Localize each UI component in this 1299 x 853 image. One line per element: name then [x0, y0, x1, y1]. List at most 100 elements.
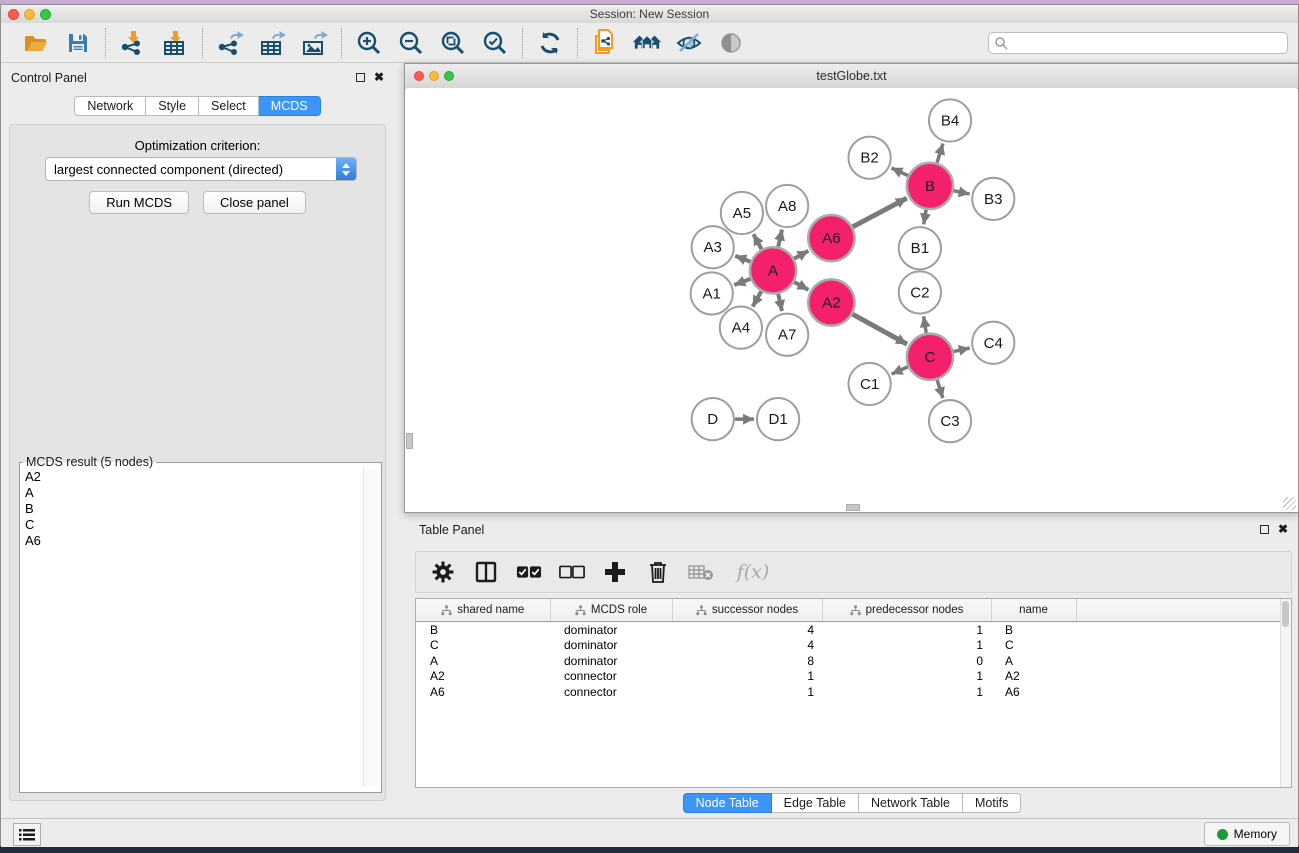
zoom-in-icon[interactable] [354, 29, 384, 57]
close-table-panel-icon[interactable]: ✖ [1278, 524, 1288, 534]
column-header-shared-name[interactable]: shared name [416, 599, 550, 622]
table-row[interactable]: Cdominator41C [416, 638, 1291, 654]
memory-button[interactable]: Memory [1204, 822, 1290, 846]
zoom-fit-icon[interactable] [438, 29, 468, 57]
graph-edge-B-B2 [891, 168, 908, 176]
list-icon [19, 828, 35, 842]
graph-node-A8[interactable]: A8 [766, 185, 808, 227]
graph-node-B3[interactable]: B3 [972, 178, 1014, 220]
graph-node-C2[interactable]: C2 [899, 271, 941, 313]
graph-node-B[interactable]: B [907, 163, 953, 209]
table-panel-title: Table Panel [419, 523, 484, 537]
network-canvas[interactable]: B4 B2 B B3 A8A5 A6 A3 B1 A A1 C2 A2 A4A7 C4 C C1 D D1 C3 [406, 88, 1297, 511]
copy-network-document-icon[interactable] [590, 29, 620, 57]
tab-select[interactable]: Select [199, 96, 259, 116]
hide-graphics-eye-icon[interactable] [674, 29, 704, 57]
graph-node-C1[interactable]: C1 [848, 363, 890, 405]
table-cell: 1 [822, 638, 991, 654]
delete-column-trash-icon[interactable] [645, 559, 671, 585]
close-panel-button[interactable]: Close panel [203, 191, 306, 214]
float-table-panel-icon[interactable] [1260, 525, 1269, 534]
graph-node-A5[interactable]: A5 [721, 192, 763, 234]
svg-text:A2: A2 [822, 295, 840, 312]
tab-network-table[interactable]: Network Table [859, 793, 963, 813]
table-cell [1076, 653, 1291, 669]
column-header-successor-nodes[interactable]: successor nodes [672, 599, 822, 622]
svg-text:B: B [925, 178, 935, 195]
run-mcds-button[interactable]: Run MCDS [89, 191, 189, 214]
graph-node-C4[interactable]: C4 [972, 322, 1014, 364]
table-cell: 4 [672, 622, 822, 638]
table-row[interactable]: A2connector11A2 [416, 669, 1291, 685]
graph-node-A2[interactable]: A2 [808, 279, 854, 325]
column-header-spacer [1076, 599, 1291, 622]
show-graphics-eye-icon[interactable] [716, 29, 746, 57]
column-header-MCDS-role[interactable]: MCDS role [550, 599, 672, 622]
tab-network[interactable]: Network [74, 96, 146, 116]
tab-node-table[interactable]: Node Table [683, 793, 772, 813]
export-table-icon[interactable] [257, 29, 287, 57]
tab-edge-table[interactable]: Edge Table [772, 793, 859, 813]
graph-node-B4[interactable]: B4 [929, 99, 971, 141]
graph-node-B2[interactable]: B2 [848, 137, 890, 179]
graph-node-A7[interactable]: A7 [766, 314, 808, 356]
tab-mcds[interactable]: MCDS [259, 96, 321, 116]
window-title: Session: New Session [1, 7, 1298, 21]
graph-node-A6[interactable]: A6 [808, 215, 854, 261]
close-panel-icon[interactable]: ✖ [374, 72, 384, 82]
graph-node-A[interactable]: A [750, 247, 796, 293]
graph-node-A4[interactable]: A4 [720, 307, 762, 349]
memory-label: Memory [1234, 827, 1277, 841]
open-folder-icon[interactable] [21, 29, 51, 57]
import-table-icon[interactable] [160, 29, 190, 57]
column-header-name[interactable]: name [991, 599, 1076, 622]
table-toolbar: f(x) [415, 551, 1292, 593]
table-cell: connector [550, 669, 672, 685]
deselect-all-checkboxes-icon[interactable] [559, 559, 585, 585]
tab-motifs[interactable]: Motifs [963, 793, 1021, 813]
svg-text:C4: C4 [984, 335, 1003, 352]
refresh-icon[interactable] [535, 29, 565, 57]
table-settings-gear-icon[interactable] [430, 559, 456, 585]
import-network-icon[interactable] [118, 29, 148, 57]
table-row[interactable]: Bdominator41B [416, 622, 1291, 638]
criterion-dropdown[interactable]: largest connected component (directed) [45, 157, 357, 181]
float-panel-icon[interactable] [356, 73, 365, 82]
criterion-value: largest connected component (directed) [46, 162, 336, 177]
graph-node-D[interactable]: D [692, 398, 734, 440]
graph-node-C[interactable]: C [907, 334, 953, 380]
table-row[interactable]: Adominator80A [416, 653, 1291, 669]
column-header-predecessor-nodes[interactable]: predecessor nodes [822, 599, 991, 622]
graph-node-C3[interactable]: C3 [929, 400, 971, 442]
delete-table-icon[interactable] [688, 559, 714, 585]
graph-node-D1[interactable]: D1 [757, 398, 799, 440]
zoom-out-icon[interactable] [396, 29, 426, 57]
function-builder-icon[interactable]: f(x) [731, 559, 775, 585]
export-image-icon[interactable] [299, 29, 329, 57]
table-cell: dominator [550, 638, 672, 654]
network-vscroll-thumb[interactable] [406, 433, 413, 449]
zoom-selected-icon[interactable] [480, 29, 510, 57]
app-titlebar: Session: New Session [1, 5, 1298, 24]
graph-edge-C-C3 [937, 380, 943, 398]
svg-text:D1: D1 [768, 411, 787, 428]
main-toolbar [1, 23, 1298, 63]
result-scrollbar[interactable] [363, 469, 379, 786]
export-network-icon[interactable] [215, 29, 245, 57]
graph-node-A3[interactable]: A3 [692, 226, 734, 268]
show-columns-icon[interactable] [473, 559, 499, 585]
tab-style[interactable]: Style [146, 96, 199, 116]
save-icon[interactable] [63, 29, 93, 57]
resize-gripper[interactable] [1283, 497, 1296, 510]
graph-node-A1[interactable]: A1 [691, 272, 733, 314]
table-scrollbar[interactable] [1280, 599, 1291, 787]
task-history-button[interactable] [13, 823, 41, 846]
app-window: Session: New Session [0, 4, 1299, 846]
home-views-icon[interactable] [632, 29, 662, 57]
network-hscroll-thumb[interactable] [846, 504, 860, 511]
table-row[interactable]: A6connector11A6 [416, 684, 1291, 700]
select-all-checkboxes-icon[interactable] [516, 559, 542, 585]
graph-node-B1[interactable]: B1 [899, 227, 941, 269]
add-column-icon[interactable] [602, 559, 628, 585]
search-input[interactable] [1008, 35, 1287, 51]
